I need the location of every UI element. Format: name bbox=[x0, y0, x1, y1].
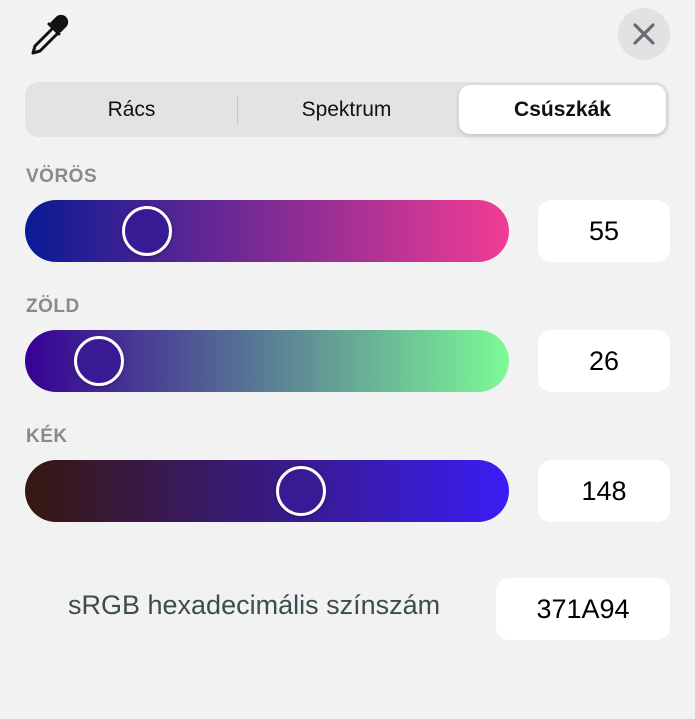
tab-sliders[interactable]: Csúszkák bbox=[459, 85, 666, 134]
hex-color-label: sRGB hexadecimális színszám bbox=[68, 590, 441, 620]
close-button[interactable] bbox=[618, 8, 670, 60]
blue-value-field[interactable]: 148 bbox=[538, 460, 670, 522]
eyedropper-button[interactable] bbox=[26, 12, 72, 58]
hex-color-field[interactable]: 371A94 bbox=[496, 578, 670, 640]
red-slider-thumb[interactable] bbox=[122, 206, 173, 256]
eyedropper-icon bbox=[31, 14, 69, 55]
close-icon bbox=[633, 23, 655, 45]
blue-channel-label: KÉK bbox=[26, 426, 68, 447]
red-value-field[interactable]: 55 bbox=[538, 200, 670, 262]
view-mode-segmented-control: Rács Spektrum Csúszkák bbox=[25, 82, 669, 137]
tab-grid[interactable]: Rács bbox=[28, 85, 235, 134]
green-channel-label: ZÖLD bbox=[26, 296, 80, 317]
green-slider-thumb[interactable] bbox=[74, 336, 125, 386]
tab-spectrum[interactable]: Spektrum bbox=[238, 85, 455, 134]
green-value-field[interactable]: 26 bbox=[538, 330, 670, 392]
blue-slider-thumb[interactable] bbox=[275, 466, 326, 516]
red-slider-track[interactable] bbox=[25, 200, 509, 262]
blue-slider-track[interactable] bbox=[25, 460, 509, 522]
green-slider-track[interactable] bbox=[25, 330, 509, 392]
red-channel-label: VÖRÖS bbox=[26, 166, 98, 187]
